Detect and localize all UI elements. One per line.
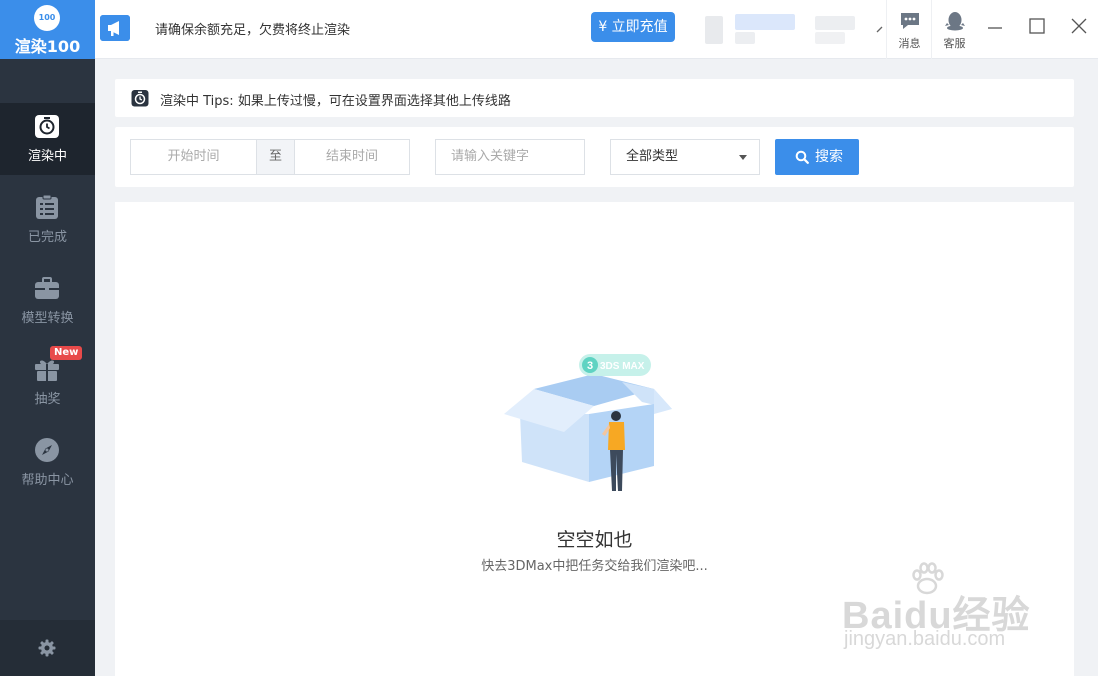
- caret-down-icon: [739, 155, 747, 160]
- sidebar-item-label: 抽奖: [34, 392, 61, 407]
- user-info[interactable]: [705, 14, 870, 46]
- timer-icon: [131, 90, 149, 107]
- sidebar-item-label: 模型转换: [21, 311, 74, 326]
- svg-text:3: 3: [587, 360, 593, 372]
- qq-penguin-icon: [945, 12, 965, 31]
- empty-state-subtitle: 快去3DMax中把任务交给我们渲染吧...: [481, 559, 708, 574]
- customer-service-button[interactable]: 客服: [931, 0, 976, 59]
- maximize-icon[interactable]: [1028, 15, 1046, 37]
- sidebar-item-lottery[interactable]: New 抽奖: [0, 346, 95, 418]
- sidebar: 100 渲染100 渲染中 已完成 模型转换 New 抽奖 帮助中心: [0, 0, 95, 676]
- search-button[interactable]: 搜索: [775, 139, 859, 175]
- date-range-separator: 至: [256, 139, 295, 175]
- balance-notice: 请确保余额充足，欠费将终止渲染: [155, 23, 351, 38]
- messages-label: 消息: [898, 37, 921, 50]
- clipboard-icon: [36, 194, 58, 219]
- logo-name: 渲染100: [14, 37, 81, 56]
- sidebar-item-label: 渲染中: [27, 149, 67, 164]
- tips-text: 渲染中 Tips: 如果上传过慢，可在设置界面选择其他上传线路: [160, 94, 511, 109]
- compass-icon: [35, 438, 59, 462]
- search-icon: [795, 150, 809, 164]
- new-badge: New: [50, 346, 83, 360]
- recharge-button[interactable]: ¥ 立即充值: [591, 12, 675, 42]
- logo-badge: 100: [34, 5, 60, 31]
- empty-box-illustration: 3 3DS MAX: [504, 354, 672, 491]
- empty-state-title: 空空如也: [556, 529, 633, 551]
- sidebar-item-model-convert[interactable]: 模型转换: [0, 265, 95, 337]
- gear-icon: [38, 639, 56, 657]
- start-date-input[interactable]: 开始时间: [130, 139, 256, 175]
- tips-bar: 渲染中 Tips: 如果上传过慢，可在设置界面选择其他上传线路: [115, 79, 1074, 117]
- app-logo: 100 渲染100: [0, 0, 95, 59]
- sidebar-item-rendering[interactable]: 渲染中: [0, 103, 95, 175]
- clock-icon: [35, 115, 59, 138]
- task-list-panel: 3 3DS MAX 空空如也 快去3DMax中把任务交给我们渲染吧...: [115, 202, 1074, 676]
- sidebar-item-help[interactable]: 帮助中心: [0, 427, 95, 499]
- megaphone-icon: [100, 15, 130, 41]
- type-select-value: 全部类型: [626, 149, 679, 164]
- settings-button[interactable]: [0, 620, 95, 676]
- type-select[interactable]: 全部类型: [610, 139, 760, 175]
- messages-button[interactable]: 消息: [886, 0, 931, 59]
- sidebar-item-label: 帮助中心: [21, 473, 74, 488]
- end-date-input[interactable]: 结束时间: [295, 139, 410, 175]
- keyword-input[interactable]: 请输入关键字: [435, 139, 585, 175]
- chat-icon: [901, 13, 919, 29]
- avatar: [705, 16, 723, 44]
- edit-icon[interactable]: [875, 24, 885, 34]
- service-label: 客服: [943, 37, 966, 50]
- sidebar-item-completed[interactable]: 已完成: [0, 184, 95, 256]
- top-bar: 请确保余额充足，欠费将终止渲染 ¥ 立即充值 消息 客服: [95, 0, 1098, 59]
- sidebar-item-label: 已完成: [27, 230, 67, 245]
- close-icon[interactable]: [1070, 15, 1088, 37]
- briefcase-icon: [35, 277, 59, 299]
- filter-bar: 开始时间 至 结束时间 请输入关键字 全部类型 搜索: [115, 127, 1074, 187]
- minimize-icon[interactable]: [986, 15, 1004, 37]
- 3ds-max-badge-label: 3DS MAX: [600, 361, 645, 372]
- search-button-label: 搜索: [815, 149, 843, 165]
